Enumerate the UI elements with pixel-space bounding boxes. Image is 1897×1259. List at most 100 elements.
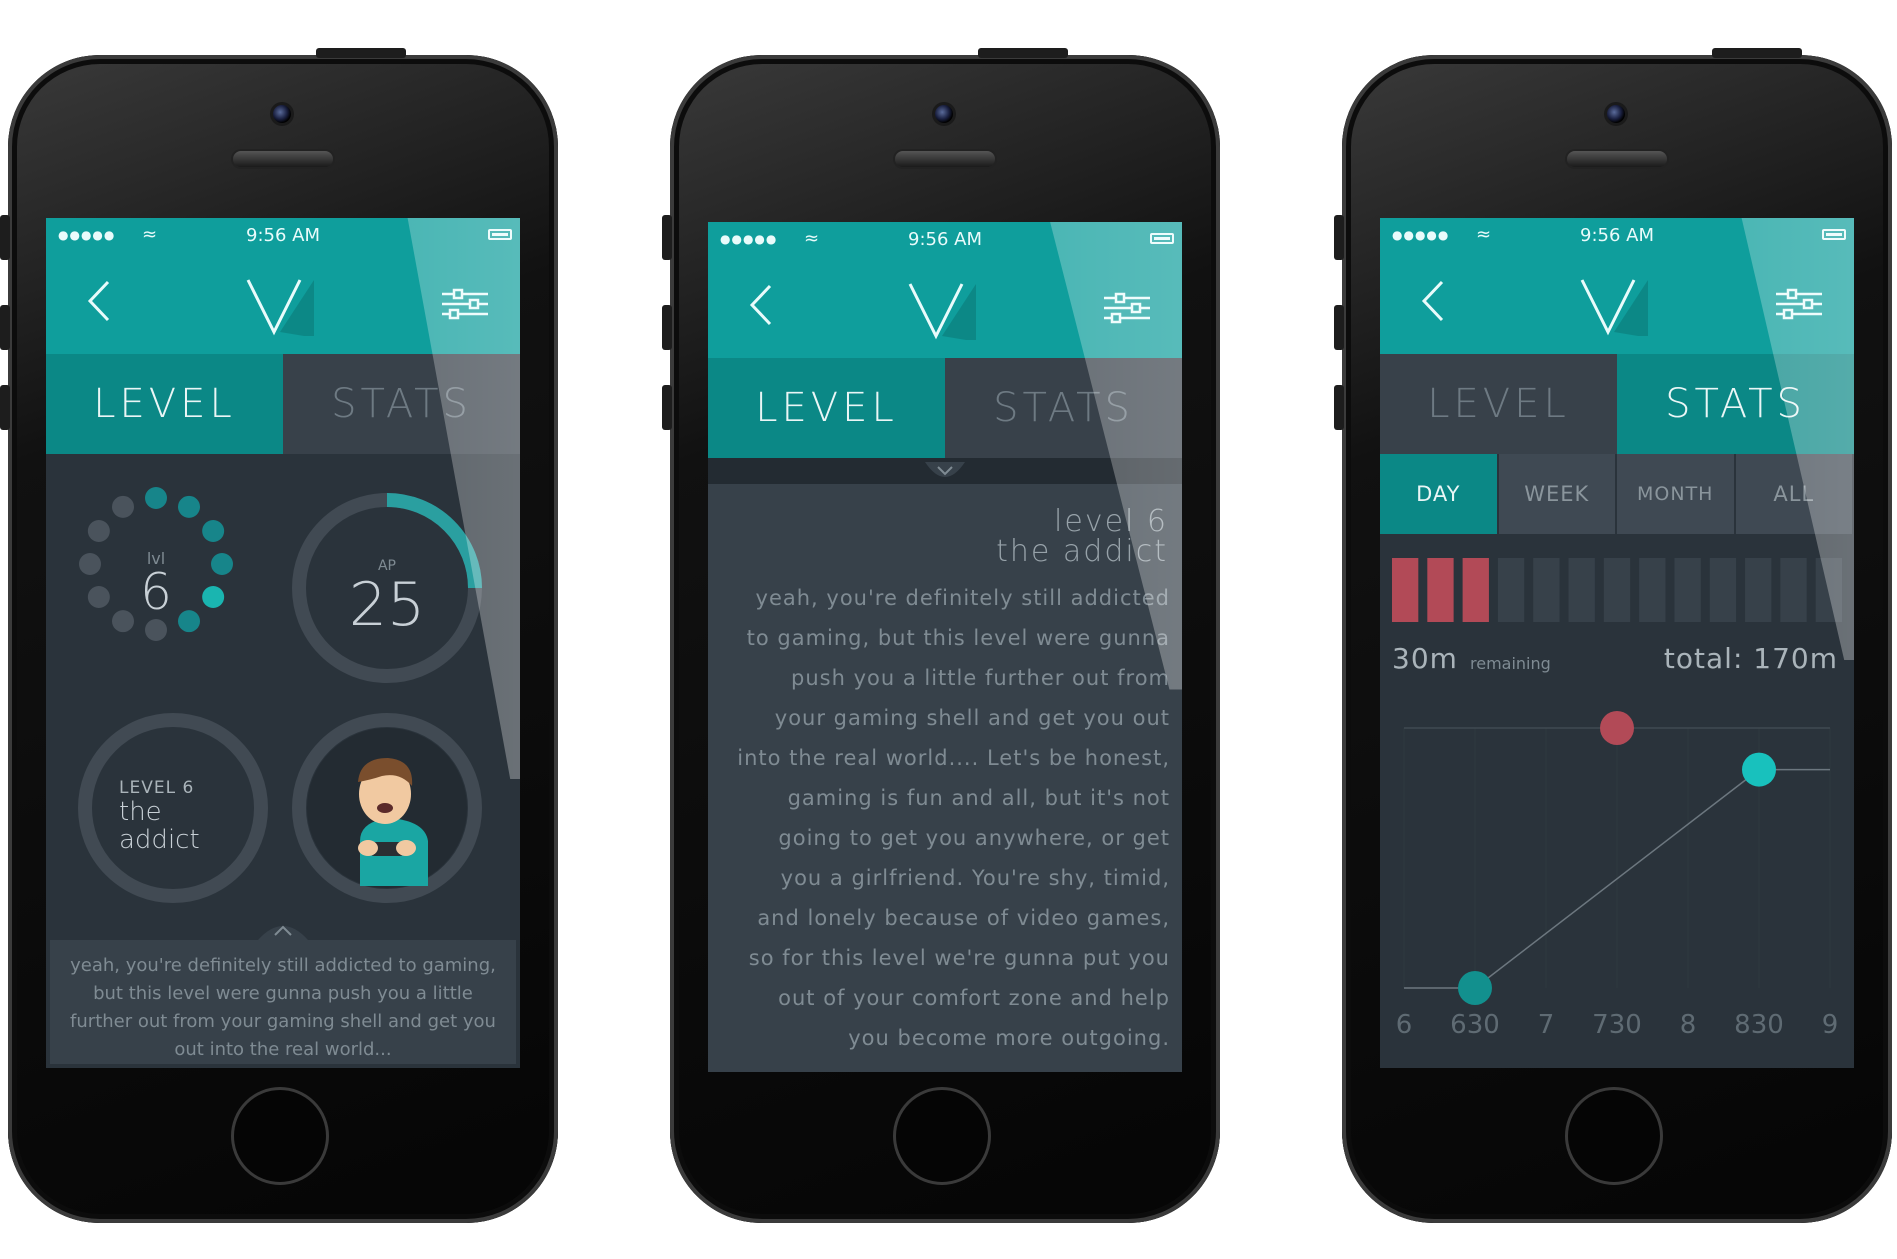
status-time: 9:56 AM <box>1580 225 1654 246</box>
side-button <box>0 305 10 350</box>
level-dot <box>178 495 200 518</box>
status-time: 9:56 AM <box>908 229 982 250</box>
ap-value: 25 <box>348 570 426 640</box>
usage-block-used <box>1392 558 1419 622</box>
description-line: and lonely because of video games, <box>757 906 1170 930</box>
tab-stats[interactable]: STATS <box>945 358 1182 458</box>
description-line: to gaming, but this level were gunna <box>746 626 1170 650</box>
remaining-value: 30m <box>1392 642 1458 675</box>
description-line: so for this level we're gunna put you <box>748 946 1170 970</box>
usage-chart: 6 630 7 730 8 830 9 <box>1396 711 1839 1040</box>
badge-title: LEVEL 6 <box>119 778 195 798</box>
usage-block-empty <box>1533 558 1560 622</box>
usage-block-empty <box>1603 558 1631 622</box>
status-bar: ●●●●● ≈ 9:56 AM <box>46 218 520 254</box>
limit-marker[interactable] <box>1600 711 1634 745</box>
tab-bar: LEVEL STATS <box>46 354 520 454</box>
battery-icon <box>1822 229 1846 240</box>
home-button[interactable] <box>231 1087 329 1185</box>
home-button[interactable] <box>893 1087 991 1185</box>
usage-block-empty <box>1497 558 1525 622</box>
detail-description: yeah, you're definitely still addicted to… <box>710 578 1170 1058</box>
side-button <box>316 48 406 58</box>
side-button <box>1334 305 1344 350</box>
x-tick-label: 830 <box>1734 1010 1784 1040</box>
range-tab-all[interactable]: ALL <box>1735 454 1852 534</box>
v-logo-icon <box>246 279 314 336</box>
side-button <box>662 215 672 260</box>
tab-bar: LEVEL STATS <box>708 358 1182 458</box>
usage-block-used <box>1462 558 1489 622</box>
usage-block-empty <box>1745 558 1772 622</box>
battery-icon <box>488 229 512 240</box>
phone-frame-1: ●●●●● ≈ 9:56 AM LEVEL STATS lvl 6 AP 25 <box>0 48 558 1223</box>
sliders-icon[interactable] <box>442 284 488 324</box>
tab-level[interactable]: LEVEL <box>1380 354 1617 454</box>
x-tick-label: 8 <box>1680 1010 1697 1040</box>
side-button <box>0 215 10 260</box>
description-line: yeah, you're definitely still addicted <box>755 586 1170 610</box>
side-button <box>1334 385 1344 430</box>
range-tab-week[interactable]: WEEK <box>1498 454 1615 534</box>
data-point[interactable] <box>1742 752 1776 787</box>
description-line: gaming is fun and all, but it's not <box>787 786 1170 810</box>
chevron-down-icon[interactable] <box>925 462 965 484</box>
sliders-icon[interactable] <box>1776 284 1822 324</box>
usage-block-empty <box>1568 558 1595 622</box>
chevron-left-icon[interactable] <box>1410 276 1460 326</box>
sliders-icon[interactable] <box>1104 288 1150 328</box>
screen: ●●●●● ≈ 9:56 AM LEVEL STATS level 6 the … <box>708 222 1182 1072</box>
nav-bar <box>708 258 1182 358</box>
phone-frame-3: ●●●●● ≈ 9:56 AM LEVEL STATS DAY WEEK MONTH… <box>1334 48 1892 1223</box>
detail-level-name: the addict <box>996 534 1168 569</box>
chevron-left-icon[interactable] <box>738 280 788 330</box>
nav-bar <box>1380 254 1854 354</box>
status-bar: ●●●●● ≈ 9:56 AM <box>1380 218 1854 254</box>
earpiece-speaker <box>1567 151 1667 167</box>
status-time: 9:56 AM <box>246 225 320 246</box>
usage-block-empty <box>1709 558 1737 622</box>
level-description: yeah, you're definitely still addicted t… <box>70 955 496 1060</box>
nav-bar <box>46 254 520 354</box>
usage-block-empty <box>1815 558 1842 622</box>
tab-stats[interactable]: STATS <box>283 354 520 454</box>
description-line: push you a little further out from <box>791 666 1170 690</box>
data-point[interactable] <box>1458 971 1492 1005</box>
v-logo-icon <box>908 283 976 340</box>
screen: ●●●●● ≈ 9:56 AM LEVEL STATS DAY WEEK MONTH… <box>1380 218 1854 1068</box>
x-tick-label: 7 <box>1538 1010 1555 1040</box>
usage-blocks <box>1392 558 1842 622</box>
level-dot <box>87 520 110 542</box>
chevron-up-icon[interactable] <box>258 918 308 940</box>
badge-name: the addict <box>119 797 200 855</box>
x-tick-label: 630 <box>1450 1010 1500 1040</box>
description-line: out of your comfort zone and help <box>778 986 1170 1010</box>
v-logo-icon <box>1580 279 1648 336</box>
description-line: going to get you anywhere, or get <box>778 826 1170 850</box>
range-tab-day[interactable]: DAY <box>1380 454 1497 534</box>
x-tick-label: 9 <box>1822 1010 1839 1040</box>
usage-block-used <box>1427 558 1454 622</box>
description-line: you become more outgoing. <box>848 1026 1170 1050</box>
tab-level[interactable]: LEVEL <box>708 358 945 458</box>
screen: ●●●●● ≈ 9:56 AM LEVEL STATS lvl 6 AP 25 <box>46 218 520 1068</box>
chevron-left-icon[interactable] <box>76 276 126 326</box>
front-camera <box>935 105 953 123</box>
earpiece-speaker <box>233 151 333 167</box>
status-bar: ●●●●● ≈ 9:56 AM <box>708 222 1182 258</box>
side-button <box>978 48 1068 58</box>
x-tick-label: 730 <box>1592 1010 1642 1040</box>
tab-stats[interactable]: STATS <box>1617 354 1854 454</box>
front-camera <box>273 105 291 123</box>
x-tick-label: 6 <box>1396 1010 1413 1040</box>
home-button[interactable] <box>1565 1087 1663 1185</box>
total-usage: total: 170m <box>1663 642 1838 675</box>
description-line: you a girlfriend. You're shy, timid, <box>780 866 1170 890</box>
side-button <box>0 385 10 430</box>
level-dot <box>145 619 167 641</box>
description-line: into the real world.... Let's be honest, <box>737 746 1170 770</box>
level-value: 6 <box>140 563 172 621</box>
range-tab-month[interactable]: MONTH <box>1617 454 1734 534</box>
range-selector: DAY WEEK MONTH ALL <box>1380 454 1854 534</box>
tab-level[interactable]: LEVEL <box>46 354 283 454</box>
